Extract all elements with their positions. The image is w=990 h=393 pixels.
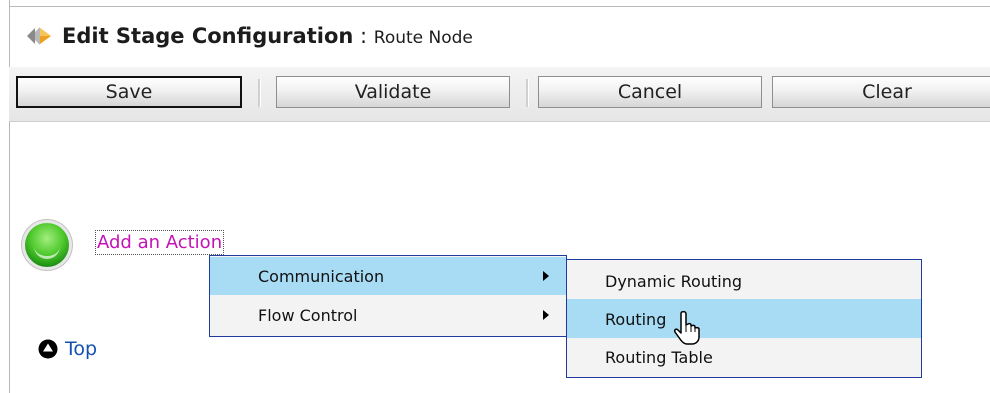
stage-status-icon [25,223,69,267]
menu-item-routing[interactable]: Routing [567,299,921,338]
stage-config-icon [27,27,51,45]
add-action-link[interactable]: Add an Action [95,230,225,255]
clear-button[interactable]: Clear [772,76,990,108]
communication-submenu: Dynamic Routing Routing Routing Table [566,259,922,378]
menu-item-routing-table[interactable]: Routing Table [567,339,921,376]
menu-item-label: Flow Control [258,306,358,325]
menu-item-label: Dynamic Routing [605,272,742,291]
page-title-main: Edit Stage Configuration [62,24,354,48]
menu-item-label: Routing [605,310,667,329]
toolbar-divider [258,79,261,107]
save-button[interactable]: Save [16,76,242,108]
page-subtitle: Route Node [373,28,473,48]
submenu-arrow-icon [543,271,549,281]
page-title: Edit Stage Configuration : Route Node [62,24,473,48]
menu-item-label: Routing Table [605,348,713,367]
validate-button[interactable]: Validate [276,76,510,108]
edit-stage-configuration-window: Edit Stage Configuration : Route Node Sa… [0,0,990,393]
hand-pointer-cursor-icon [674,310,700,345]
submenu-arrow-icon [543,310,549,320]
toolbar-divider [526,79,529,107]
top-link-label: Top [65,338,98,360]
menu-item-communication[interactable]: Communication [210,257,566,295]
action-toolbar: Save Validate Cancel Clear [9,67,990,122]
title-separator: : [353,24,374,48]
menu-item-dynamic-routing[interactable]: Dynamic Routing [567,261,921,298]
cancel-button[interactable]: Cancel [538,76,762,108]
top-link[interactable]: Top [38,338,97,360]
up-arrow-circle-icon [38,339,58,359]
menu-item-flow-control[interactable]: Flow Control [210,296,566,334]
menu-item-label: Communication [258,267,385,286]
action-menu: Communication Flow Control [209,255,567,337]
page-header: Edit Stage Configuration : Route Node [9,6,990,68]
